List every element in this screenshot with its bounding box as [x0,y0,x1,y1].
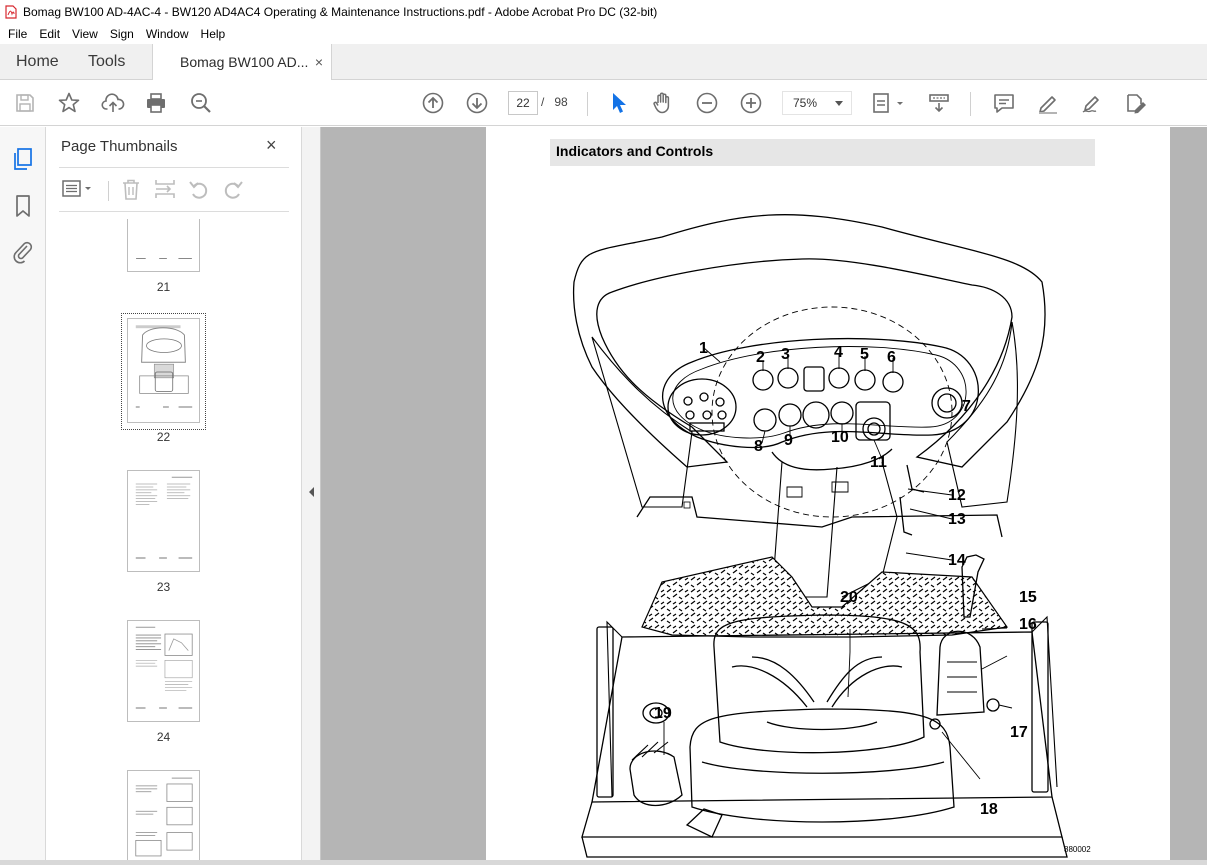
callout-20: 20 [840,589,858,606]
page-number-input[interactable]: 22 [508,91,538,115]
fill-and-sign-icon[interactable] [1124,91,1148,115]
zoom-out-icon[interactable] [695,91,719,115]
thumbnail-page-22[interactable] [127,318,200,423]
machine-controls-figure: 1 2 3 4 5 6 7 8 9 10 11 12 13 14 15 16 1 [572,214,1091,858]
star-icon[interactable] [57,91,81,115]
thumbnail-label: 22 [156,430,171,444]
zoom-level-value: 75% [793,96,818,110]
acrobat-window: Bomag BW100 AD-4AC-4 - BW120 AD4AC4 Oper… [0,0,1207,865]
thumbnail-page-25[interactable] [127,770,200,865]
callout-11: 11 [870,454,887,471]
callout-8: 8 [754,438,763,455]
menu-edit[interactable]: Edit [33,27,66,41]
previous-page-icon[interactable] [421,91,445,115]
left-tool-rail [0,127,46,865]
page-count: / 98 [541,95,568,109]
highlight-pen-icon[interactable] [1036,91,1060,115]
acrobat-logo-icon [5,4,17,19]
zoom-level-select[interactable]: 75% [782,91,852,115]
callout-16: 16 [1019,616,1037,633]
callout-19: 19 [654,705,672,722]
status-strip [0,860,1207,865]
thumbnail-options-icon[interactable] [61,178,95,200]
menu-view[interactable]: View [66,27,104,41]
menu-help[interactable]: Help [195,27,232,41]
rotate-clockwise-icon[interactable] [221,178,245,200]
toolbar-divider [587,92,588,116]
hand-tool-icon[interactable] [651,91,675,115]
page-thumbnails-icon[interactable] [11,147,35,171]
menu-window[interactable]: Window [140,27,195,41]
thumbnail-label: 21 [156,280,171,294]
pdf-page: Indicators and Controls 1 2 3 4 5 6 7 8 … [486,127,1170,865]
callout-12: 12 [948,487,966,504]
menu-file[interactable]: File [2,27,33,41]
select-cursor-icon[interactable] [607,91,631,115]
toolbar-divider [970,92,971,116]
menu-bar: File Edit View Sign Window Help [0,23,1207,44]
save-icon[interactable] [13,91,37,115]
page-thumbnails-panel: Page Thumbnails × 21 22 23 24 [46,127,340,865]
callout-4: 4 [834,344,843,361]
thumbnail-page-21[interactable] [127,219,200,272]
panel-divider [59,167,289,168]
tab-bar: Home Tools Bomag BW100 AD... × [0,44,1207,81]
panel-splitter[interactable] [301,127,321,865]
callout-17: 17 [1010,724,1028,741]
print-icon[interactable] [144,91,168,115]
callout-6: 6 [887,349,896,366]
toolbar: 22 / 98 75% [0,80,1207,126]
page-fit-icon[interactable] [872,91,906,115]
panel-divider [59,211,289,212]
callout-3: 3 [781,346,790,363]
callout-13: 13 [948,511,966,528]
callout-5: 5 [860,346,869,363]
tab-home[interactable]: Home [16,44,59,80]
panel-title: Page Thumbnails [61,138,178,155]
close-panel-icon[interactable]: × [266,135,277,156]
chevron-down-icon [835,101,843,106]
upload-cloud-icon[interactable] [101,91,125,115]
draw-sign-icon[interactable] [1080,91,1104,115]
close-tab-icon[interactable]: × [315,44,323,80]
attachment-paperclip-icon[interactable] [11,240,35,264]
tab-document-label: Bomag BW100 AD... [180,54,309,70]
page-total: 98 [554,95,568,109]
zoom-search-icon[interactable] [189,91,213,115]
menu-sign[interactable]: Sign [104,27,140,41]
callout-18: 18 [980,801,998,818]
page-separator: / [541,95,545,109]
section-heading: Indicators and Controls [550,139,1095,166]
window-title: Bomag BW100 AD-4AC-4 - BW120 AD4AC4 Oper… [23,4,658,19]
insert-page-icon[interactable] [153,178,177,200]
callout-7: 7 [962,398,971,415]
callout-9: 9 [784,432,793,449]
comment-icon[interactable] [992,91,1016,115]
next-page-icon[interactable] [465,91,489,115]
delete-page-icon[interactable] [119,178,143,200]
callout-15: 15 [1019,589,1037,606]
document-view[interactable]: Indicators and Controls 1 2 3 4 5 6 7 8 … [321,127,1207,865]
title-bar: Bomag BW100 AD-4AC-4 - BW120 AD4AC4 Oper… [0,0,1207,23]
callout-2: 2 [756,349,765,366]
bookmark-icon[interactable] [11,194,35,218]
panel-tool-divider [108,181,109,201]
zoom-in-icon[interactable] [739,91,763,115]
rotate-counterclockwise-icon[interactable] [187,178,211,200]
callout-1: 1 [699,340,708,357]
figure-id: 880002 [1064,845,1091,854]
thumbnail-page-23[interactable] [127,470,200,572]
thumbnail-page-24[interactable] [127,620,200,722]
tab-document[interactable]: Bomag BW100 AD... × [152,44,332,81]
thumbnail-label: 23 [156,580,171,594]
collapse-panel-icon[interactable] [307,486,317,498]
callout-14: 14 [948,552,966,569]
scroll-mode-icon[interactable] [927,91,951,115]
thumbnail-label: 24 [156,730,171,744]
callout-10: 10 [831,429,849,446]
tab-tools[interactable]: Tools [88,44,125,80]
